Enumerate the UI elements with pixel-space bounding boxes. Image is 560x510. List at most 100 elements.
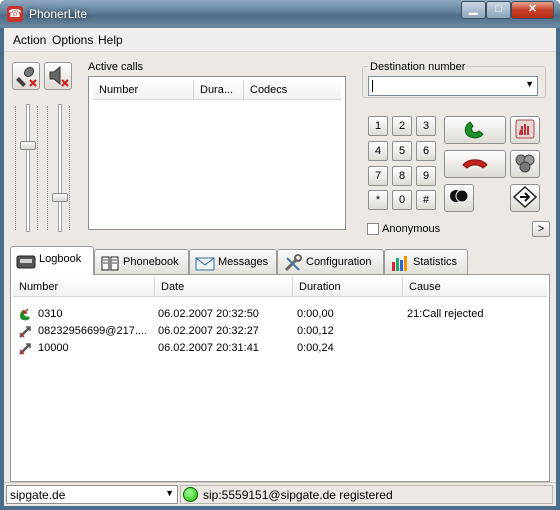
anonymous-checkbox[interactable] bbox=[367, 223, 379, 235]
microphone-mute-button[interactable] bbox=[12, 62, 40, 90]
account-select[interactable]: sipgate.de ▼ bbox=[6, 485, 178, 504]
record-icon bbox=[450, 189, 469, 203]
active-calls-label: Active calls bbox=[88, 61, 144, 73]
transfer-arrow-icon bbox=[512, 185, 538, 209]
logbook-row[interactable]: 08232956699@217.... 06.02.2007 20:32:27 … bbox=[11, 323, 547, 340]
active-calls-col-number[interactable]: Number bbox=[93, 80, 194, 100]
logbook-col-cause[interactable]: Cause bbox=[403, 277, 547, 297]
account-select-value: sipgate.de bbox=[10, 488, 66, 502]
record-button[interactable] bbox=[444, 184, 474, 212]
keypad-hash[interactable]: # bbox=[416, 190, 436, 210]
window-title: PhonerLite bbox=[29, 7, 88, 21]
conference-icon bbox=[515, 154, 535, 173]
menu-options-label: Options bbox=[52, 33, 94, 47]
keypad-star[interactable]: * bbox=[368, 190, 388, 210]
microphone-mute-icon bbox=[16, 66, 37, 87]
keypad-2[interactable]: 2 bbox=[392, 116, 412, 136]
logbook-duration: 0:00,00 bbox=[297, 308, 334, 320]
mic-volume-thumb[interactable] bbox=[20, 141, 36, 151]
tools-icon bbox=[284, 254, 302, 272]
title-bar[interactable]: ☎ PhonerLite ▁ □ ✕ bbox=[0, 0, 560, 28]
mic-volume-track[interactable] bbox=[26, 104, 30, 232]
phonebook-icon bbox=[101, 256, 119, 271]
hold-button[interactable] bbox=[510, 116, 540, 144]
menu-help[interactable]: Help bbox=[98, 33, 123, 47]
logbook-col-duration[interactable]: Duration bbox=[293, 277, 403, 297]
speaker-slider-ticks bbox=[47, 106, 50, 230]
chevron-down-icon[interactable]: ▼ bbox=[165, 488, 174, 498]
speaker-mute-button[interactable] bbox=[44, 62, 72, 90]
speaker-slider-ticks-right bbox=[69, 106, 72, 230]
menu-action[interactable]: Action bbox=[13, 33, 46, 47]
menu-bar: Action Options Help bbox=[4, 28, 556, 52]
tab-phonebook-label: Phonebook bbox=[123, 256, 179, 268]
dial-handset-icon bbox=[464, 121, 484, 139]
logbook-icon bbox=[16, 255, 36, 269]
keypad-4[interactable]: 4 bbox=[368, 141, 388, 161]
keypad-9[interactable]: 9 bbox=[416, 166, 436, 186]
expand-button[interactable]: > bbox=[532, 221, 550, 237]
logbook-cause: 21:Call rejected bbox=[407, 308, 484, 320]
hangup-button[interactable] bbox=[444, 150, 506, 178]
minimize-button[interactable]: ▁ bbox=[461, 1, 486, 19]
phone-app-icon: ☎ bbox=[7, 6, 23, 22]
close-button[interactable]: ✕ bbox=[511, 1, 554, 19]
menu-action-label: Action bbox=[13, 33, 47, 47]
logbook-number: 10000 bbox=[38, 342, 69, 354]
dial-button[interactable] bbox=[444, 116, 506, 144]
tab-configuration[interactable]: Configuration bbox=[277, 249, 384, 274]
logbook-col-date[interactable]: Date bbox=[155, 277, 293, 297]
keypad-7[interactable]: 7 bbox=[368, 166, 388, 186]
active-calls-list[interactable]: Number Dura... Codecs bbox=[88, 76, 346, 230]
chevron-down-icon[interactable]: ▼ bbox=[525, 79, 534, 89]
logbook-date: 06.02.2007 20:32:50 bbox=[158, 308, 259, 320]
outgoing-call-icon bbox=[19, 326, 31, 338]
mic-slider-ticks-right bbox=[37, 106, 40, 230]
registration-status-icon bbox=[183, 487, 198, 502]
transfer-button[interactable] bbox=[510, 184, 540, 212]
logbook-col-number[interactable]: Number bbox=[13, 277, 155, 297]
active-calls-col-duration[interactable]: Dura... bbox=[194, 80, 244, 100]
keypad-5[interactable]: 5 bbox=[392, 141, 412, 161]
mic-slider-ticks bbox=[15, 106, 18, 230]
tab-statistics-label: Statistics bbox=[413, 256, 458, 268]
speaker-volume-thumb[interactable] bbox=[52, 192, 68, 202]
anonymous-label: Anonymous bbox=[382, 223, 441, 235]
tab-statistics[interactable]: Statistics bbox=[384, 249, 468, 274]
logbook-row[interactable]: 0310 06.02.2007 20:32:50 0:00,00 21:Call… bbox=[11, 306, 547, 323]
destination-label: Destination number bbox=[368, 61, 468, 73]
client-area: Action Options Help Active calls Number … bbox=[4, 28, 556, 506]
hangup-handset-icon bbox=[462, 159, 488, 169]
menu-help-label: Help bbox=[98, 33, 123, 47]
destination-number-value[interactable] bbox=[372, 80, 373, 92]
logbook-number: 08232956699@217.... bbox=[38, 325, 148, 337]
tab-phonebook[interactable]: Phonebook bbox=[94, 249, 189, 274]
logbook-date: 06.02.2007 20:31:41 bbox=[158, 342, 259, 354]
menu-options[interactable]: Options bbox=[52, 33, 93, 47]
active-calls-col-codecs[interactable]: Codecs bbox=[244, 80, 341, 100]
logbook-panel: Number Date Duration Cause 0310 06.02.20… bbox=[10, 274, 550, 482]
logbook-header: Number Date Duration Cause bbox=[13, 277, 547, 297]
outgoing-call-icon bbox=[19, 343, 31, 355]
hand-hold-icon bbox=[515, 119, 535, 139]
status-bar: sipgate.de ▼ sip:5559151@sipgate.de regi… bbox=[4, 482, 556, 506]
keypad-0[interactable]: 0 bbox=[392, 190, 412, 210]
tab-logbook[interactable]: Logbook bbox=[10, 246, 94, 275]
logbook-row[interactable]: 10000 06.02.2007 20:31:41 0:00,24 bbox=[11, 340, 547, 357]
logbook-date: 06.02.2007 20:32:27 bbox=[158, 325, 259, 337]
keypad-6[interactable]: 6 bbox=[416, 141, 436, 161]
destination-number-combo[interactable]: ▼ bbox=[368, 76, 538, 96]
conference-button[interactable] bbox=[510, 150, 540, 178]
tab-messages[interactable]: Messages bbox=[189, 249, 277, 274]
tab-logbook-label: Logbook bbox=[39, 253, 82, 265]
keypad-3[interactable]: 3 bbox=[416, 116, 436, 136]
maximize-button[interactable]: □ bbox=[486, 1, 511, 19]
registration-status: sip:5559151@sipgate.de registered bbox=[180, 485, 553, 504]
keypad-1[interactable]: 1 bbox=[368, 116, 388, 136]
phonerlite-window: ☎ PhonerLite ▁ □ ✕ Action Options Help A… bbox=[0, 0, 560, 510]
logbook-duration: 0:00,12 bbox=[297, 325, 334, 337]
bar-chart-icon bbox=[392, 256, 407, 271]
keypad-8[interactable]: 8 bbox=[392, 166, 412, 186]
speaker-volume-track[interactable] bbox=[58, 104, 62, 232]
logbook-number: 0310 bbox=[38, 308, 63, 320]
